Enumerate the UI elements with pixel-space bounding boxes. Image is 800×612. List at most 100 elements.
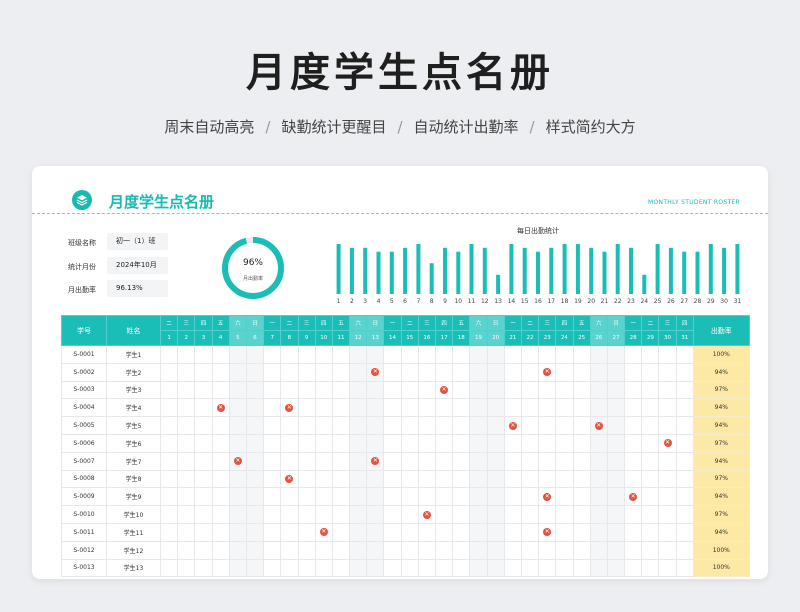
attendance-cell[interactable] bbox=[366, 433, 385, 453]
attendance-cell[interactable] bbox=[314, 505, 333, 524]
attendance-cell[interactable] bbox=[469, 469, 488, 489]
attendance-cell[interactable] bbox=[417, 469, 437, 489]
attendance-cell[interactable] bbox=[658, 487, 677, 507]
attendance-cell[interactable] bbox=[641, 433, 660, 453]
attendance-cell[interactable] bbox=[417, 416, 437, 435]
attendance-cell[interactable] bbox=[503, 433, 522, 453]
attendance-cell[interactable] bbox=[159, 362, 179, 382]
attendance-cell[interactable] bbox=[469, 451, 488, 471]
attendance-cell[interactable] bbox=[434, 540, 454, 560]
attendance-cell[interactable] bbox=[297, 487, 316, 507]
attendance-cell[interactable] bbox=[383, 345, 402, 364]
attendance-cell[interactable] bbox=[624, 469, 643, 489]
attendance-cell[interactable] bbox=[434, 451, 454, 471]
attendance-cell[interactable] bbox=[503, 540, 522, 560]
attendance-cell[interactable] bbox=[245, 487, 265, 507]
attendance-cell[interactable] bbox=[400, 540, 419, 560]
attendance-cell[interactable] bbox=[469, 362, 488, 382]
attendance-cell[interactable] bbox=[177, 416, 196, 435]
attendance-cell[interactable] bbox=[641, 558, 660, 578]
attendance-cell[interactable] bbox=[589, 505, 608, 524]
attendance-cell[interactable] bbox=[211, 416, 230, 435]
attendance-cell[interactable] bbox=[520, 505, 540, 524]
attendance-cell[interactable] bbox=[349, 380, 368, 400]
attendance-cell[interactable] bbox=[417, 540, 437, 560]
attendance-cell[interactable] bbox=[675, 433, 694, 453]
attendance-cell[interactable] bbox=[520, 416, 540, 435]
attendance-cell[interactable] bbox=[245, 433, 265, 453]
attendance-cell[interactable] bbox=[641, 398, 660, 418]
attendance-cell[interactable] bbox=[452, 558, 471, 578]
attendance-cell[interactable] bbox=[211, 558, 230, 578]
attendance-cell[interactable] bbox=[486, 416, 505, 435]
attendance-cell[interactable] bbox=[331, 469, 351, 489]
attendance-cell[interactable] bbox=[641, 505, 660, 524]
attendance-cell[interactable]: ✕ bbox=[417, 505, 437, 524]
attendance-cell[interactable] bbox=[658, 540, 677, 560]
attendance-cell[interactable] bbox=[194, 558, 213, 578]
attendance-cell[interactable] bbox=[400, 416, 419, 435]
attendance-cell[interactable] bbox=[331, 398, 351, 418]
attendance-cell[interactable] bbox=[263, 398, 282, 418]
attendance-cell[interactable] bbox=[538, 345, 557, 364]
attendance-cell[interactable] bbox=[297, 505, 316, 524]
attendance-cell[interactable] bbox=[589, 469, 608, 489]
attendance-cell[interactable] bbox=[675, 451, 694, 471]
attendance-cell[interactable] bbox=[280, 345, 299, 364]
attendance-cell[interactable] bbox=[658, 469, 677, 489]
attendance-cell[interactable] bbox=[641, 487, 660, 507]
attendance-cell[interactable] bbox=[263, 558, 282, 578]
attendance-cell[interactable] bbox=[624, 451, 643, 471]
attendance-cell[interactable]: ✕ bbox=[366, 451, 385, 471]
attendance-cell[interactable] bbox=[177, 433, 196, 453]
attendance-cell[interactable] bbox=[331, 505, 351, 524]
attendance-cell[interactable] bbox=[314, 416, 333, 435]
attendance-cell[interactable] bbox=[555, 540, 574, 560]
attendance-cell[interactable] bbox=[349, 487, 368, 507]
attendance-cell[interactable] bbox=[400, 362, 419, 382]
attendance-cell[interactable] bbox=[572, 416, 591, 435]
attendance-cell[interactable] bbox=[297, 522, 316, 542]
attendance-cell[interactable] bbox=[452, 416, 471, 435]
attendance-cell[interactable] bbox=[503, 469, 522, 489]
attendance-cell[interactable] bbox=[159, 345, 179, 364]
attendance-cell[interactable] bbox=[606, 487, 626, 507]
attendance-cell[interactable] bbox=[675, 398, 694, 418]
attendance-cell[interactable] bbox=[555, 487, 574, 507]
attendance-cell[interactable] bbox=[228, 505, 247, 524]
attendance-cell[interactable] bbox=[245, 398, 265, 418]
attendance-cell[interactable] bbox=[297, 416, 316, 435]
attendance-cell[interactable] bbox=[606, 433, 626, 453]
attendance-cell[interactable] bbox=[641, 345, 660, 364]
attendance-cell[interactable] bbox=[675, 416, 694, 435]
attendance-cell[interactable] bbox=[228, 469, 247, 489]
attendance-cell[interactable] bbox=[589, 398, 608, 418]
attendance-cell[interactable] bbox=[520, 487, 540, 507]
attendance-cell[interactable] bbox=[572, 487, 591, 507]
attendance-cell[interactable] bbox=[245, 558, 265, 578]
attendance-cell[interactable] bbox=[366, 487, 385, 507]
attendance-cell[interactable] bbox=[555, 416, 574, 435]
attendance-cell[interactable] bbox=[624, 558, 643, 578]
attendance-cell[interactable] bbox=[331, 540, 351, 560]
attendance-cell[interactable] bbox=[486, 558, 505, 578]
attendance-cell[interactable] bbox=[228, 558, 247, 578]
attendance-cell[interactable] bbox=[624, 345, 643, 364]
attendance-cell[interactable] bbox=[263, 487, 282, 507]
attendance-cell[interactable] bbox=[263, 433, 282, 453]
attendance-cell[interactable] bbox=[572, 398, 591, 418]
attendance-cell[interactable] bbox=[555, 505, 574, 524]
attendance-cell[interactable] bbox=[520, 451, 540, 471]
attendance-cell[interactable] bbox=[417, 380, 437, 400]
attendance-cell[interactable] bbox=[469, 487, 488, 507]
attendance-cell[interactable] bbox=[538, 505, 557, 524]
attendance-cell[interactable] bbox=[159, 451, 179, 471]
attendance-cell[interactable] bbox=[245, 416, 265, 435]
attendance-cell[interactable] bbox=[641, 362, 660, 382]
attendance-cell[interactable] bbox=[383, 416, 402, 435]
attendance-cell[interactable] bbox=[400, 522, 419, 542]
attendance-cell[interactable] bbox=[297, 380, 316, 400]
attendance-cell[interactable] bbox=[349, 433, 368, 453]
attendance-cell[interactable]: ✕ bbox=[503, 416, 522, 435]
attendance-cell[interactable] bbox=[589, 487, 608, 507]
